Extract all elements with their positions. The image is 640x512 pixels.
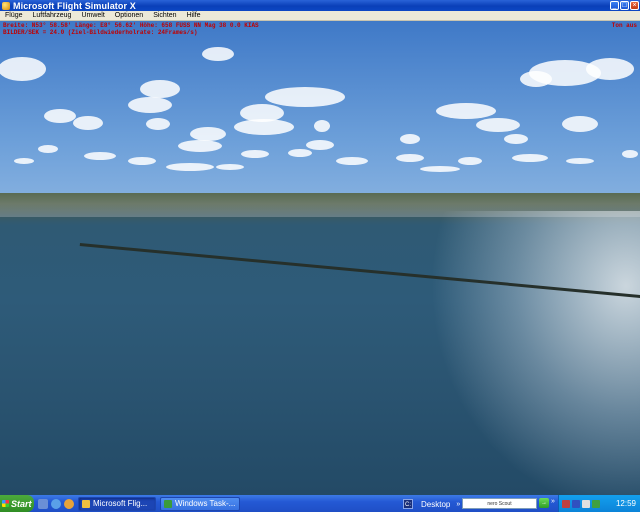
address-bar[interactable]: nero Scout <box>462 498 537 509</box>
minimize-button[interactable]: _ <box>610 1 619 10</box>
system-tray: 12:59 <box>558 495 640 512</box>
network-tray-icon[interactable] <box>572 499 580 508</box>
hud-sound-status: Ton aus <box>611 22 637 29</box>
task-label: Windows Task-... <box>175 499 236 508</box>
clock: 12:59 <box>615 499 636 508</box>
clouds-layer <box>0 47 638 172</box>
title-bar[interactable]: Microsoft Flight Simulator X _ □ × <box>0 0 640 11</box>
menu-hilfe[interactable]: Hilfe <box>182 12 206 19</box>
menu-optionen[interactable]: Optionen <box>110 12 148 19</box>
update-tray-icon[interactable] <box>592 499 600 508</box>
start-label: Start <box>11 498 32 509</box>
task-windows-task-manager[interactable]: Windows Task-... <box>160 496 240 511</box>
start-button[interactable]: Start <box>0 495 34 512</box>
window-controls: _ □ × <box>610 1 639 10</box>
internet-explorer-icon[interactable] <box>51 498 61 509</box>
quick-launch <box>38 498 74 509</box>
chevron-icon[interactable]: » <box>456 501 460 508</box>
menu-bar: Flüge Luftfahrzeug Umwelt Optionen Sicht… <box>0 11 640 21</box>
go-button[interactable]: → <box>539 498 549 508</box>
menu-luftfahrzeug[interactable]: Luftfahrzeug <box>28 12 77 19</box>
show-desktop-icon[interactable] <box>38 498 48 509</box>
volume-tray-icon[interactable] <box>582 499 590 508</box>
task-flight-simulator[interactable]: Microsoft Flig... <box>78 496 156 511</box>
window-title: Microsoft Flight Simulator X <box>13 0 136 11</box>
menu-fluege[interactable]: Flüge <box>0 12 28 19</box>
desktop-icon: C: <box>403 499 413 509</box>
fsx-task-icon <box>82 499 90 508</box>
menu-umwelt[interactable]: Umwelt <box>76 12 109 19</box>
hud-position-readout: Breite: N53° 58.58' Länge: E8° 56.62' Hö… <box>3 22 259 29</box>
task-manager-icon <box>164 499 172 508</box>
fsx-app-icon <box>2 1 10 10</box>
desktop-toolbar[interactable]: C: Desktop » <box>403 497 460 511</box>
toolbar-chevron-icon[interactable]: » <box>551 498 555 505</box>
simulator-viewport[interactable] <box>0 21 640 495</box>
desktop-label: Desktop <box>421 499 451 509</box>
windows-logo-icon <box>2 500 9 507</box>
security-tray-icon[interactable] <box>562 499 570 508</box>
menu-sichten[interactable]: Sichten <box>148 12 181 19</box>
hud-framerate-readout: BILDER/SEK = 24.0 (Ziel-Bildwiederholrat… <box>3 29 198 36</box>
close-button[interactable]: × <box>630 1 639 10</box>
task-label: Microsoft Flig... <box>93 499 148 508</box>
sun-reflection <box>430 211 640 495</box>
firefox-icon[interactable] <box>64 498 74 509</box>
maximize-button[interactable]: □ <box>620 1 629 10</box>
